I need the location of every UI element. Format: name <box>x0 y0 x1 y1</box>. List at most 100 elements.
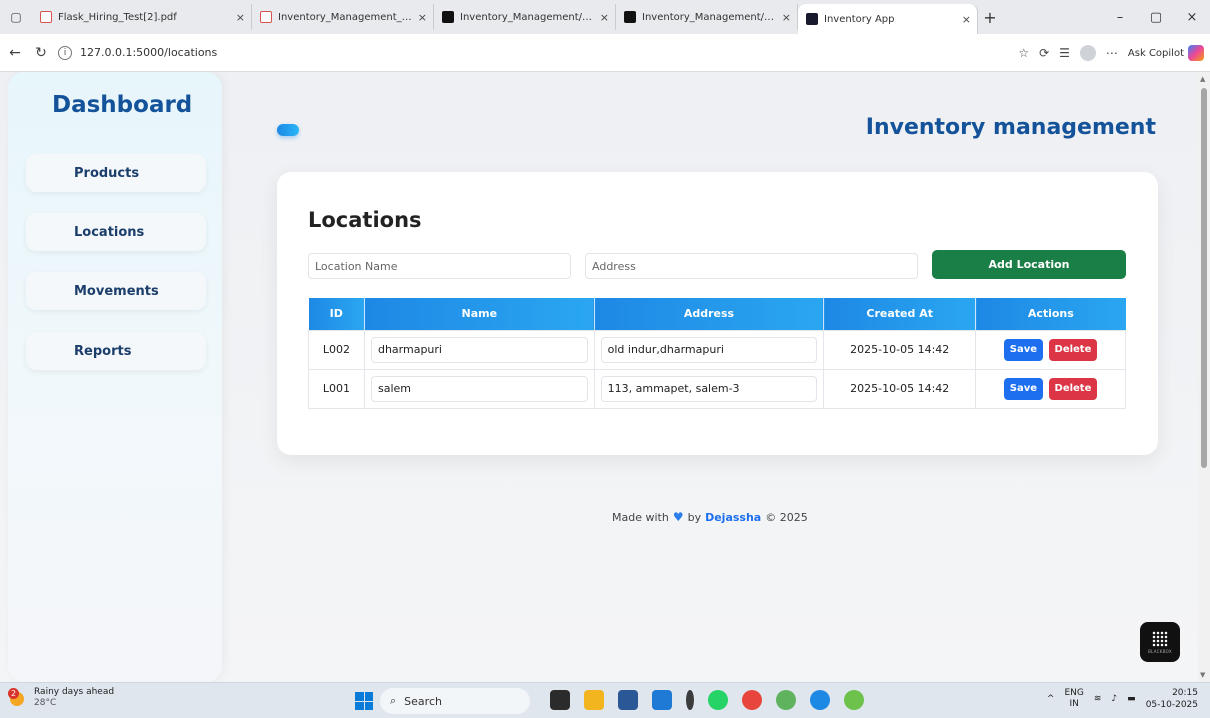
edge-canary-icon[interactable] <box>776 690 796 710</box>
taskbar-apps <box>550 690 864 710</box>
close-window-icon[interactable]: × <box>1174 10 1210 25</box>
sidebar-item-locations[interactable]: Locations <box>26 213 206 251</box>
row-name-cell <box>363 368 595 409</box>
taskbar-search[interactable]: ⌕ Search <box>380 688 530 714</box>
row-actions: Save Delete <box>975 368 1126 409</box>
weather-icon: 2 <box>8 688 28 708</box>
column-created-at: Created At <box>823 298 977 330</box>
task-view-icon[interactable] <box>550 690 570 710</box>
sidebar-item-reports[interactable]: Reports <box>26 332 206 370</box>
page-viewport: Dashboard Products Locations Movements R… <box>0 72 1198 682</box>
weather-temperature: 28°C <box>34 698 57 708</box>
minimize-icon[interactable]: – <box>1102 10 1138 25</box>
weather-text: Rainy days ahead <box>34 687 115 697</box>
blackbox-logo-icon <box>1152 630 1168 647</box>
browser-toolbar: ☆ ⟳ ☰ ⋯ Ask Copilot <box>1018 34 1204 72</box>
blackbox-widget[interactable]: BLACKBOX <box>1140 622 1180 662</box>
language-indicator[interactable]: ENG IN <box>1064 688 1083 710</box>
github-icon <box>442 11 454 23</box>
footer-author-link[interactable]: Dejassha <box>705 511 761 524</box>
close-tab-icon[interactable]: × <box>600 11 609 24</box>
tab-flask-hiring-test[interactable]: Flask_Hiring_Test[2].pdf × <box>32 4 252 30</box>
battery-icon[interactable]: ▬ <box>1127 694 1136 704</box>
pdf-icon <box>40 11 52 23</box>
site-info-icon[interactable]: i <box>58 45 72 60</box>
copilot-icon <box>1188 45 1204 61</box>
pdf-icon <box>260 11 272 23</box>
restore-icon[interactable]: ▢ <box>1138 10 1174 25</box>
new-tab-button[interactable]: + <box>978 8 1002 27</box>
wifi-icon[interactable]: ≋ <box>1094 694 1102 704</box>
close-tab-icon[interactable]: × <box>418 11 427 24</box>
close-tab-icon[interactable]: × <box>782 11 791 24</box>
system-tray: ^ ENG IN ≋ ♪ ▬ 20:15 05-10-2025 <box>1047 687 1198 711</box>
favorite-star-icon[interactable]: ☆ <box>1018 46 1029 60</box>
taskbar: 2 Rainy days ahead 28°C ⌕ Search ^ ENG I… <box>0 682 1210 718</box>
volume-icon[interactable]: ♪ <box>1111 694 1117 704</box>
sidebar-toggle[interactable] <box>277 124 299 136</box>
search-icon: ⌕ <box>390 694 397 707</box>
tab-actions-icon[interactable]: ▢ <box>0 0 32 34</box>
refresh-icon[interactable]: ↻ <box>30 45 52 61</box>
page-title: Inventory management <box>865 115 1156 140</box>
close-tab-icon[interactable]: × <box>962 13 971 26</box>
add-location-button[interactable]: Add Location <box>932 250 1126 279</box>
row-name-input[interactable] <box>370 375 588 402</box>
footer-by: by <box>687 510 702 524</box>
whatsapp-icon[interactable] <box>708 690 728 710</box>
save-button[interactable]: Save <box>1003 338 1044 361</box>
back-icon[interactable]: ← <box>4 45 26 61</box>
favorites-list-icon[interactable]: ☰ <box>1059 46 1070 60</box>
extensions-icon[interactable]: ⟳ <box>1039 46 1049 60</box>
sidebar: Dashboard Products Locations Movements R… <box>8 72 222 682</box>
window-controls: – ▢ × <box>1102 0 1210 34</box>
location-name-input[interactable] <box>308 253 571 279</box>
profile-avatar[interactable] <box>1079 45 1096 61</box>
chrome-icon[interactable] <box>742 690 762 710</box>
row-actions: Save Delete <box>975 329 1126 370</box>
close-tab-icon[interactable]: × <box>236 11 245 24</box>
row-name-input[interactable] <box>370 336 588 363</box>
delete-button[interactable]: Delete <box>1048 338 1098 361</box>
vscode-icon[interactable] <box>652 690 672 710</box>
chevron-up-icon[interactable]: ^ <box>1047 694 1055 704</box>
more-menu-icon[interactable]: ⋯ <box>1106 46 1118 60</box>
sidebar-item-products[interactable]: Products <box>26 154 206 192</box>
url-text: 127.0.0.1:5000/locations <box>80 46 218 59</box>
row-address-input[interactable] <box>600 336 818 363</box>
scrollbar-thumb[interactable] <box>1201 88 1207 468</box>
tab-readme-1[interactable]: Inventory_Management/README × <box>434 4 616 30</box>
terminal-icon[interactable] <box>686 690 694 710</box>
tab-inventory-system-pdf[interactable]: Inventory_Management_System_ × <box>252 4 434 30</box>
heart-icon: ♥ <box>672 510 684 524</box>
tab-readme-2[interactable]: Inventory_Management/README × <box>616 4 798 30</box>
page-scrollbar[interactable]: ▲ ▼ <box>1198 72 1210 682</box>
delete-button[interactable]: Delete <box>1048 377 1098 400</box>
row-created-at: 2025-10-05 14:42 <box>823 329 977 370</box>
address-bar: ← ↻ i 127.0.0.1:5000/locations ☆ ⟳ ☰ ⋯ A… <box>0 34 1210 72</box>
edge-beta-icon[interactable] <box>844 690 864 710</box>
row-address-cell <box>593 368 825 409</box>
row-address-input[interactable] <box>600 375 818 402</box>
clock-date: 05-10-2025 <box>1145 700 1198 710</box>
table-header-row: ID Name Address Created At Actions <box>308 298 1126 330</box>
word-icon[interactable] <box>618 690 638 710</box>
scroll-up-icon[interactable]: ▲ <box>1200 75 1205 83</box>
edge-icon[interactable] <box>810 690 830 710</box>
ask-copilot-button[interactable]: Ask Copilot <box>1128 45 1204 61</box>
column-address: Address <box>594 298 825 330</box>
weather-widget[interactable]: 2 Rainy days ahead 28°C <box>8 687 114 709</box>
file-explorer-icon[interactable] <box>584 690 604 710</box>
browser-tab-strip: ▢ Flask_Hiring_Test[2].pdf × Inventory_M… <box>0 0 1210 34</box>
column-actions: Actions <box>975 298 1126 330</box>
url-field[interactable]: i 127.0.0.1:5000/locations <box>58 40 938 66</box>
scroll-down-icon[interactable]: ▼ <box>1200 671 1205 679</box>
tab-inventory-app[interactable]: Inventory App × <box>798 4 978 34</box>
sidebar-item-movements[interactable]: Movements <box>26 272 206 310</box>
clock[interactable]: 20:15 05-10-2025 <box>1146 687 1198 711</box>
start-button[interactable] <box>355 692 373 710</box>
save-button[interactable]: Save <box>1003 377 1044 400</box>
address-input[interactable] <box>585 253 918 279</box>
column-name: Name <box>364 298 595 330</box>
clock-time: 20:15 <box>1172 688 1198 698</box>
